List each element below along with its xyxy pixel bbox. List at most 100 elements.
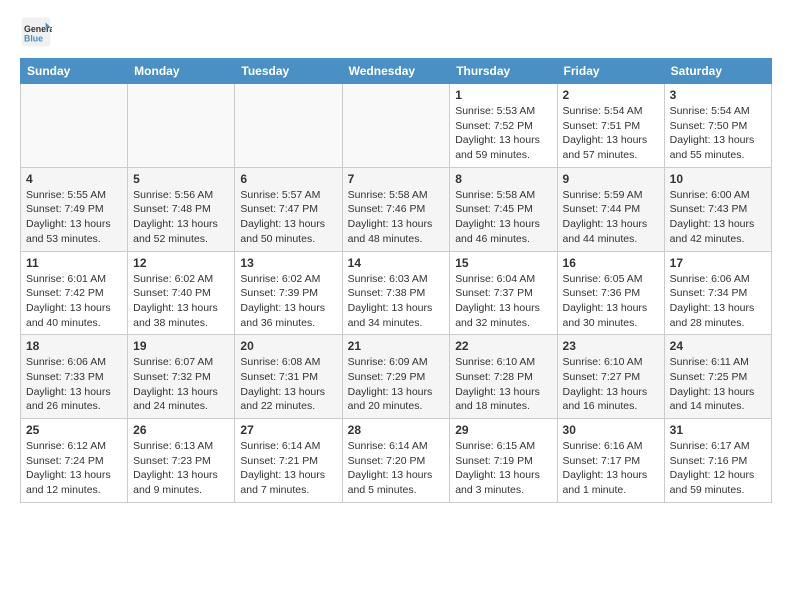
- day-number: 1: [455, 88, 551, 102]
- day-number: 29: [455, 423, 551, 437]
- calendar-cell: [128, 84, 235, 168]
- day-detail: Sunrise: 6:15 AM Sunset: 7:19 PM Dayligh…: [455, 439, 551, 498]
- calendar-cell: 20 Sunrise: 6:08 AM Sunset: 7:31 PM Dayli…: [235, 335, 342, 419]
- calendar-cell: 10 Sunrise: 6:00 AM Sunset: 7:43 PM Dayli…: [664, 167, 771, 251]
- day-number: 6: [240, 172, 336, 186]
- calendar-cell: 13 Sunrise: 6:02 AM Sunset: 7:39 PM Dayli…: [235, 251, 342, 335]
- day-number: 20: [240, 339, 336, 353]
- day-number: 11: [26, 256, 122, 270]
- day-number: 2: [563, 88, 659, 102]
- calendar-cell: 29 Sunrise: 6:15 AM Sunset: 7:19 PM Dayli…: [450, 419, 557, 503]
- day-detail: Sunrise: 5:53 AM Sunset: 7:52 PM Dayligh…: [455, 104, 551, 163]
- svg-text:Blue: Blue: [24, 34, 43, 44]
- calendar-cell: 21 Sunrise: 6:09 AM Sunset: 7:29 PM Dayli…: [342, 335, 450, 419]
- calendar-cell: 26 Sunrise: 6:13 AM Sunset: 7:23 PM Dayli…: [128, 419, 235, 503]
- day-detail: Sunrise: 5:55 AM Sunset: 7:49 PM Dayligh…: [26, 188, 122, 247]
- day-detail: Sunrise: 6:01 AM Sunset: 7:42 PM Dayligh…: [26, 272, 122, 331]
- calendar-cell: 1 Sunrise: 5:53 AM Sunset: 7:52 PM Daylig…: [450, 84, 557, 168]
- calendar-cell: 22 Sunrise: 6:10 AM Sunset: 7:28 PM Dayli…: [450, 335, 557, 419]
- day-number: 27: [240, 423, 336, 437]
- calendar-cell: 23 Sunrise: 6:10 AM Sunset: 7:27 PM Dayli…: [557, 335, 664, 419]
- calendar-cell: 5Sunrise: 5:56 AM Sunset: 7:48 PM Daylig…: [128, 167, 235, 251]
- day-detail: Sunrise: 6:02 AM Sunset: 7:39 PM Dayligh…: [240, 272, 336, 331]
- day-detail: Sunrise: 5:59 AM Sunset: 7:44 PM Dayligh…: [563, 188, 659, 247]
- calendar-cell: 8Sunrise: 5:58 AM Sunset: 7:45 PM Daylig…: [450, 167, 557, 251]
- calendar-week-3: 11 Sunrise: 6:01 AM Sunset: 7:42 PM Dayli…: [21, 251, 772, 335]
- calendar-cell: [235, 84, 342, 168]
- header-row: Sunday Monday Tuesday Wednesday Thursday…: [21, 59, 772, 84]
- calendar-cell: 24 Sunrise: 6:11 AM Sunset: 7:25 PM Dayli…: [664, 335, 771, 419]
- day-number: 17: [670, 256, 766, 270]
- calendar-cell: 2Sunrise: 5:54 AM Sunset: 7:51 PM Daylig…: [557, 84, 664, 168]
- day-number: 15: [455, 256, 551, 270]
- calendar-cell: 31Sunrise: 6:17 AM Sunset: 7:16 PM Dayli…: [664, 419, 771, 503]
- calendar-cell: 3 Sunrise: 5:54 AM Sunset: 7:50 PM Daylig…: [664, 84, 771, 168]
- calendar-cell: 7Sunrise: 5:58 AM Sunset: 7:46 PM Daylig…: [342, 167, 450, 251]
- calendar-week-4: 18 Sunrise: 6:06 AM Sunset: 7:33 PM Dayli…: [21, 335, 772, 419]
- col-friday: Friday: [557, 59, 664, 84]
- day-detail: Sunrise: 5:54 AM Sunset: 7:50 PM Dayligh…: [670, 104, 766, 163]
- day-detail: Sunrise: 6:05 AM Sunset: 7:36 PM Dayligh…: [563, 272, 659, 331]
- day-number: 12: [133, 256, 229, 270]
- calendar-header: Sunday Monday Tuesday Wednesday Thursday…: [21, 59, 772, 84]
- day-number: 7: [348, 172, 445, 186]
- day-detail: Sunrise: 6:00 AM Sunset: 7:43 PM Dayligh…: [670, 188, 766, 247]
- day-number: 8: [455, 172, 551, 186]
- day-number: 22: [455, 339, 551, 353]
- calendar-cell: 11 Sunrise: 6:01 AM Sunset: 7:42 PM Dayli…: [21, 251, 128, 335]
- calendar-cell: 17 Sunrise: 6:06 AM Sunset: 7:34 PM Dayli…: [664, 251, 771, 335]
- day-detail: Sunrise: 6:06 AM Sunset: 7:34 PM Dayligh…: [670, 272, 766, 331]
- calendar-body: 1 Sunrise: 5:53 AM Sunset: 7:52 PM Daylig…: [21, 84, 772, 503]
- day-detail: Sunrise: 5:56 AM Sunset: 7:48 PM Dayligh…: [133, 188, 229, 247]
- day-detail: Sunrise: 6:12 AM Sunset: 7:24 PM Dayligh…: [26, 439, 122, 498]
- day-detail: Sunrise: 6:17 AM Sunset: 7:16 PM Dayligh…: [670, 439, 766, 498]
- calendar-week-1: 1 Sunrise: 5:53 AM Sunset: 7:52 PM Daylig…: [21, 84, 772, 168]
- calendar-cell: 16 Sunrise: 6:05 AM Sunset: 7:36 PM Dayli…: [557, 251, 664, 335]
- calendar-week-5: 25Sunrise: 6:12 AM Sunset: 7:24 PM Dayli…: [21, 419, 772, 503]
- logo-icon: General Blue: [20, 16, 52, 48]
- day-detail: Sunrise: 6:04 AM Sunset: 7:37 PM Dayligh…: [455, 272, 551, 331]
- calendar-cell: 4 Sunrise: 5:55 AM Sunset: 7:49 PM Daylig…: [21, 167, 128, 251]
- day-number: 26: [133, 423, 229, 437]
- day-number: 13: [240, 256, 336, 270]
- day-number: 30: [563, 423, 659, 437]
- page-header: General Blue: [20, 16, 772, 48]
- day-number: 14: [348, 256, 445, 270]
- calendar-cell: 28Sunrise: 6:14 AM Sunset: 7:20 PM Dayli…: [342, 419, 450, 503]
- logo: General Blue: [20, 16, 56, 48]
- calendar-cell: [342, 84, 450, 168]
- day-detail: Sunrise: 5:57 AM Sunset: 7:47 PM Dayligh…: [240, 188, 336, 247]
- day-number: 23: [563, 339, 659, 353]
- day-detail: Sunrise: 6:02 AM Sunset: 7:40 PM Dayligh…: [133, 272, 229, 331]
- day-number: 16: [563, 256, 659, 270]
- day-detail: Sunrise: 6:06 AM Sunset: 7:33 PM Dayligh…: [26, 355, 122, 414]
- day-detail: Sunrise: 6:08 AM Sunset: 7:31 PM Dayligh…: [240, 355, 336, 414]
- calendar-cell: 25Sunrise: 6:12 AM Sunset: 7:24 PM Dayli…: [21, 419, 128, 503]
- calendar-cell: 19Sunrise: 6:07 AM Sunset: 7:32 PM Dayli…: [128, 335, 235, 419]
- day-number: 18: [26, 339, 122, 353]
- calendar-table: Sunday Monday Tuesday Wednesday Thursday…: [20, 58, 772, 503]
- calendar-cell: 18 Sunrise: 6:06 AM Sunset: 7:33 PM Dayli…: [21, 335, 128, 419]
- day-number: 4: [26, 172, 122, 186]
- day-detail: Sunrise: 6:16 AM Sunset: 7:17 PM Dayligh…: [563, 439, 659, 498]
- calendar-cell: 27 Sunrise: 6:14 AM Sunset: 7:21 PM Dayli…: [235, 419, 342, 503]
- calendar-cell: 9Sunrise: 5:59 AM Sunset: 7:44 PM Daylig…: [557, 167, 664, 251]
- day-detail: Sunrise: 6:14 AM Sunset: 7:21 PM Dayligh…: [240, 439, 336, 498]
- day-number: 21: [348, 339, 445, 353]
- day-number: 24: [670, 339, 766, 353]
- day-detail: Sunrise: 6:11 AM Sunset: 7:25 PM Dayligh…: [670, 355, 766, 414]
- calendar-cell: 12 Sunrise: 6:02 AM Sunset: 7:40 PM Dayli…: [128, 251, 235, 335]
- calendar-cell: 30 Sunrise: 6:16 AM Sunset: 7:17 PM Dayli…: [557, 419, 664, 503]
- calendar-cell: 6 Sunrise: 5:57 AM Sunset: 7:47 PM Daylig…: [235, 167, 342, 251]
- col-thursday: Thursday: [450, 59, 557, 84]
- day-detail: Sunrise: 6:09 AM Sunset: 7:29 PM Dayligh…: [348, 355, 445, 414]
- day-detail: Sunrise: 6:10 AM Sunset: 7:27 PM Dayligh…: [563, 355, 659, 414]
- day-number: 19: [133, 339, 229, 353]
- calendar-cell: 14Sunrise: 6:03 AM Sunset: 7:38 PM Dayli…: [342, 251, 450, 335]
- day-number: 3: [670, 88, 766, 102]
- day-number: 10: [670, 172, 766, 186]
- day-detail: Sunrise: 6:10 AM Sunset: 7:28 PM Dayligh…: [455, 355, 551, 414]
- col-monday: Monday: [128, 59, 235, 84]
- day-detail: Sunrise: 6:13 AM Sunset: 7:23 PM Dayligh…: [133, 439, 229, 498]
- col-saturday: Saturday: [664, 59, 771, 84]
